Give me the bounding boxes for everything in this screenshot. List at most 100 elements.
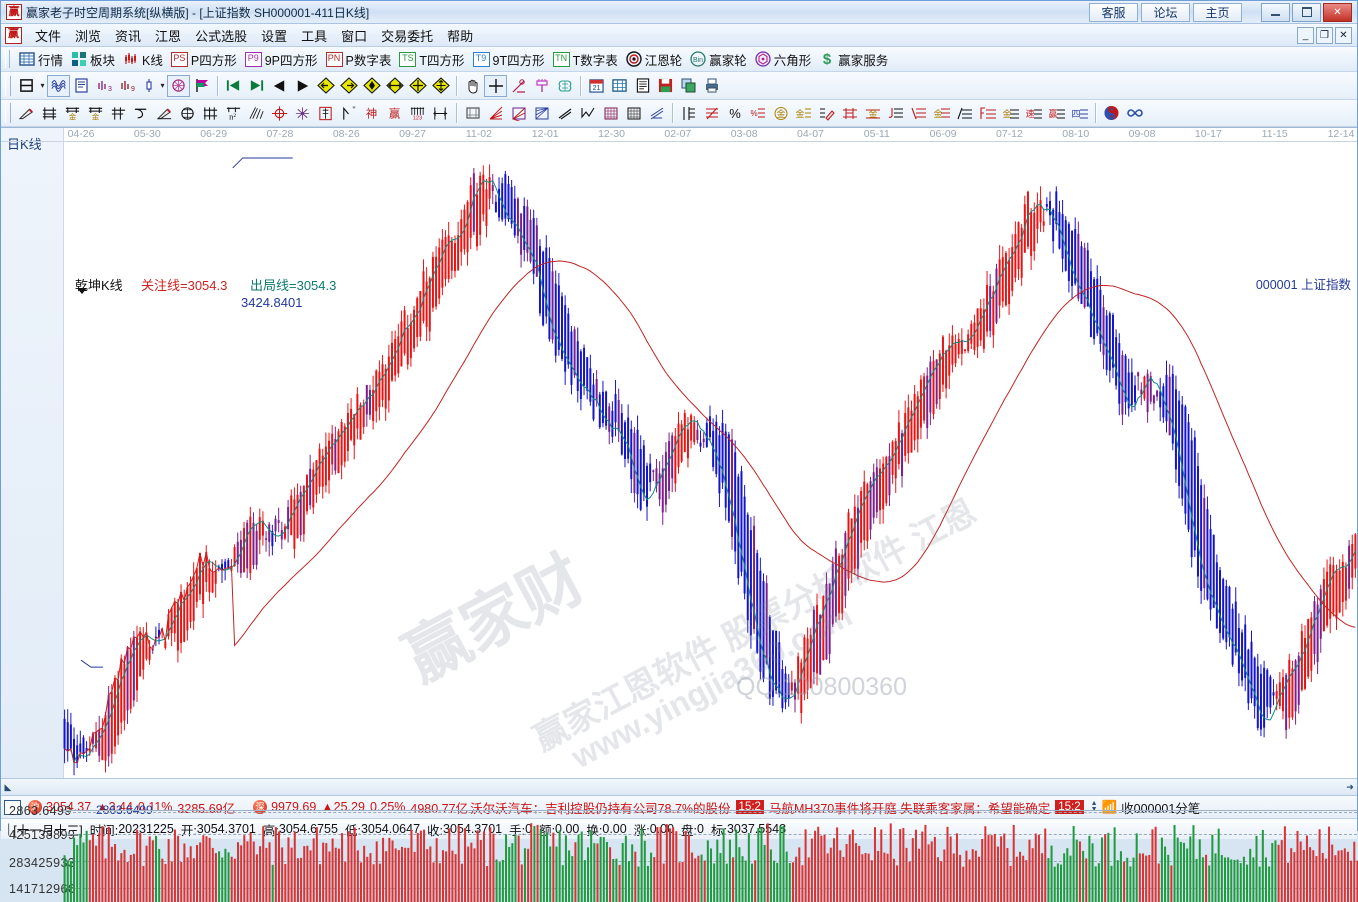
- gann-map-button[interactable]: [167, 75, 190, 97]
- boxed-char-button[interactable]: [314, 102, 337, 124]
- menu-item-window[interactable]: 窗口: [334, 24, 374, 47]
- flower-tool-button[interactable]: [530, 75, 553, 97]
- menu-item-tools[interactable]: 工具: [294, 24, 334, 47]
- grid-lines-1-button[interactable]: [38, 102, 61, 124]
- menu-item-file[interactable]: 文件: [28, 24, 68, 47]
- scroll-left-icon[interactable]: ◣: [1, 780, 15, 794]
- angle-levels-button[interactable]: [953, 102, 976, 124]
- chart-scrollbar[interactable]: ◣ ➜: [1, 778, 1357, 795]
- close-button[interactable]: ✕: [1323, 3, 1352, 22]
- zigzag-button[interactable]: [576, 102, 599, 124]
- feature-sector[interactable]: 板块: [67, 49, 119, 70]
- shift-right-button[interactable]: [337, 75, 360, 97]
- boxed-fan-button[interactable]: [507, 102, 530, 124]
- su-levels-button[interactable]: 速: [1022, 102, 1045, 124]
- taiji-button[interactable]: [1100, 102, 1123, 124]
- copy-button[interactable]: [677, 75, 700, 97]
- zoom-out-button[interactable]: [383, 75, 406, 97]
- gold-ladder-1-button[interactable]: 金: [61, 102, 84, 124]
- boxed-grid-fan-button[interactable]: [530, 102, 553, 124]
- k9-button[interactable]: 9: [116, 75, 139, 97]
- chart-area[interactable]: 日K线 04-2605-3006-2907-2808-2609-2711-021…: [1, 127, 1357, 778]
- pan-hand-button[interactable]: [461, 75, 484, 97]
- feature-t-square[interactable]: TS T四方形: [395, 49, 468, 70]
- feature-9t-square[interactable]: T9 9T四方形: [469, 49, 549, 70]
- feature-winner-wheel[interactable]: Bin 赢家轮: [686, 49, 751, 70]
- mesh-grid-2-button[interactable]: [622, 102, 645, 124]
- feature-kline[interactable]: K线: [119, 49, 167, 70]
- grid-lines-2-button[interactable]: [199, 102, 222, 124]
- pen2-tool-button[interactable]: [153, 102, 176, 124]
- crosshair-button[interactable]: [484, 75, 507, 97]
- compress-button[interactable]: [406, 75, 429, 97]
- si-levels-button[interactable]: 四: [1068, 102, 1091, 124]
- scroll-right-icon[interactable]: ➜: [1343, 780, 1357, 794]
- feature-9p-square[interactable]: P9 9P四方形: [241, 49, 322, 70]
- gold-square-levels-button[interactable]: 金: [861, 102, 884, 124]
- single-candle-button[interactable]: [139, 75, 158, 97]
- brain-tool-button[interactable]: [553, 75, 576, 97]
- candlestick-plot[interactable]: [63, 128, 1357, 777]
- gold-levels-button[interactable]: 金: [792, 102, 815, 124]
- scroll-left-button[interactable]: [268, 75, 291, 97]
- volume-plot[interactable]: [63, 812, 1358, 902]
- menu-item-news[interactable]: 资讯: [108, 24, 148, 47]
- target-tool-button[interactable]: [268, 102, 291, 124]
- starburst-tool-button[interactable]: [291, 102, 314, 124]
- report-button[interactable]: [70, 75, 93, 97]
- layout-dropdown-caret[interactable]: ▾: [38, 75, 47, 97]
- red-square-levels-button[interactable]: [838, 102, 861, 124]
- maximize-button[interactable]: [1292, 3, 1321, 22]
- gold-ladder-2-button[interactable]: 金: [84, 102, 107, 124]
- feature-gann-wheel[interactable]: 江恩轮: [622, 49, 687, 70]
- pen-tool-button[interactable]: [15, 102, 38, 124]
- homepage-button[interactable]: 主页: [1193, 3, 1242, 22]
- fit-button[interactable]: [429, 75, 452, 97]
- mdi-close-button[interactable]: ✕: [1335, 27, 1352, 44]
- menu-item-help[interactable]: 帮助: [440, 24, 480, 47]
- f-lines-button[interactable]: [107, 102, 130, 124]
- gold3-levels-button[interactable]: 金: [999, 102, 1022, 124]
- first-page-button[interactable]: [222, 75, 245, 97]
- measure-angle-button[interactable]: [507, 75, 530, 97]
- curve-tool-button[interactable]: [130, 102, 153, 124]
- data-table-button[interactable]: [608, 75, 631, 97]
- notes-button[interactable]: [631, 75, 654, 97]
- calendar-button[interactable]: 21: [585, 75, 608, 97]
- feature-hexagon[interactable]: 六角形: [751, 49, 816, 70]
- n-squared-button[interactable]: n²: [222, 102, 245, 124]
- feature-winner-service[interactable]: $ 赢家服务: [815, 49, 892, 70]
- percent-levels-button[interactable]: %: [746, 102, 769, 124]
- feature-p-square[interactable]: PS P四方形: [167, 49, 241, 70]
- k3-button[interactable]: 3: [93, 75, 116, 97]
- ying-levels-button[interactable]: 赢: [1045, 102, 1068, 124]
- toolbar-grip-3[interactable]: [5, 103, 11, 123]
- feature-p-number-table[interactable]: PN P数字表: [322, 49, 396, 70]
- menu-item-browse[interactable]: 浏览: [68, 24, 108, 47]
- toolbar-grip[interactable]: [5, 50, 10, 68]
- angle-lines-button[interactable]: [553, 102, 576, 124]
- mdi-minimize-button[interactable]: _: [1297, 27, 1314, 44]
- percent-button[interactable]: %: [723, 102, 746, 124]
- span-measure-button[interactable]: [429, 102, 452, 124]
- scroll-right-button[interactable]: [291, 75, 314, 97]
- toolbar-grip-2[interactable]: [5, 76, 11, 96]
- menu-item-trade-order[interactable]: 交易委托: [374, 24, 440, 47]
- stair-levels-button[interactable]: [677, 102, 700, 124]
- candle-dropdown-caret[interactable]: ▾: [158, 75, 167, 97]
- zoom-in-button[interactable]: [360, 75, 383, 97]
- save-button[interactable]: [654, 75, 677, 97]
- red-levels-button[interactable]: [907, 102, 930, 124]
- minimize-button[interactable]: [1261, 3, 1290, 22]
- percent-fan-button[interactable]: [700, 102, 723, 124]
- pen-levels-button[interactable]: [815, 102, 838, 124]
- ying-tool-button[interactable]: 赢: [383, 102, 406, 124]
- f-levels-button[interactable]: [976, 102, 999, 124]
- scrollbar-track[interactable]: [15, 782, 1343, 792]
- quote-mark-button[interactable]: ": [337, 102, 360, 124]
- layout-split-button[interactable]: [15, 75, 38, 97]
- gold-circle-levels-button[interactable]: 金: [769, 102, 792, 124]
- parallel-lines-button[interactable]: [645, 102, 668, 124]
- infinity-button[interactable]: [1123, 102, 1146, 124]
- menu-item-gann[interactable]: 江恩: [148, 24, 188, 47]
